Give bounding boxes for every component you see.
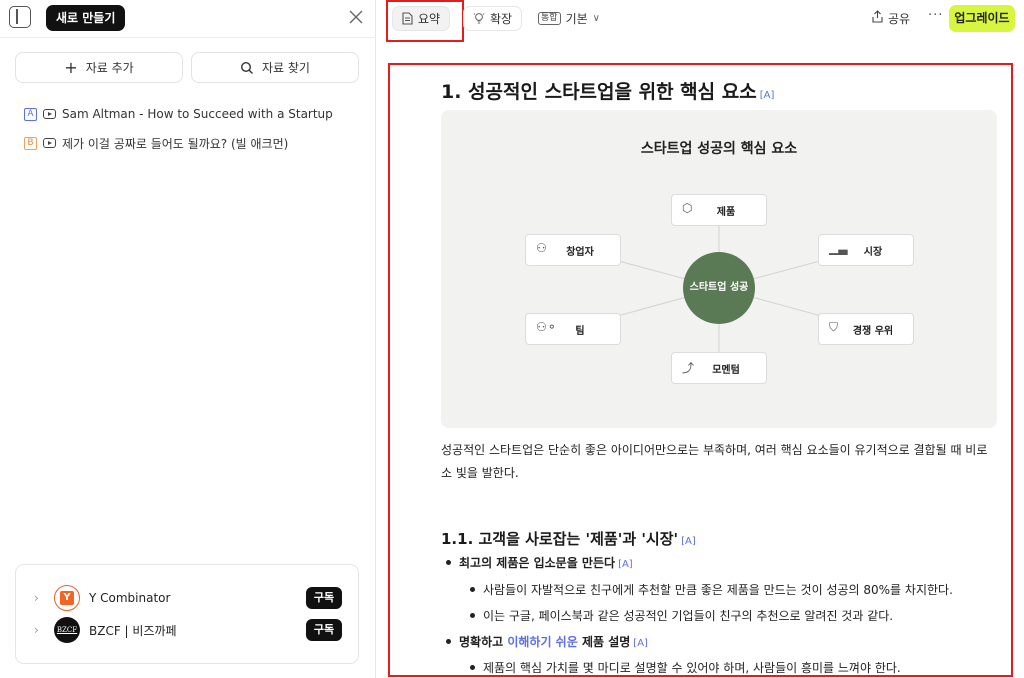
bullet-text: 제품의 핵심 가치를 몇 마디로 설명할 수 있어야 하며, 사람들이 흥미를 … — [483, 661, 901, 675]
sidebar-toggle-icon[interactable] — [9, 6, 31, 28]
source-ref-link[interactable]: [A] — [633, 638, 648, 649]
node-label: 경쟁 우위 — [852, 325, 894, 337]
more-button[interactable]: ··· — [928, 8, 943, 23]
tab-summary[interactable]: 요약 — [392, 6, 451, 31]
bullet-item: 최고의 제품은 입소문을 만든다 [A] — [441, 554, 633, 571]
section-heading: 1. 성공적인 스타트업을 위한 핵심 요소 [A] — [441, 77, 774, 104]
node-market: ▁▃ 시장 — [818, 234, 914, 266]
channel-name: Y Combinator — [89, 591, 171, 605]
new-button[interactable]: 새로 만들기 — [46, 5, 126, 31]
subsection-heading: 1.1. 고객을 사로잡는 '제품'과 '시장' [A] — [441, 528, 696, 549]
bullet-text: 사람들이 자발적으로 친구에게 추천할 만큼 좋은 제품을 만드는 것이 성공의… — [483, 583, 953, 597]
plus-icon: + — [64, 58, 78, 77]
subsection-heading-text: 1.1. 고객을 사로잡는 '제품'과 '시장' — [441, 530, 679, 548]
subscribe-button[interactable]: 구독 — [306, 619, 342, 641]
sidebar: 새로 만들기 + 자료 추가 자료 찾기 A Sam Altman - How … — [0, 0, 376, 678]
tab-expand-label: 확장 — [490, 12, 513, 26]
bullet-text: 명확하고 — [459, 635, 508, 649]
chevron-down-icon: ∨ — [592, 13, 600, 24]
content-highlight-frame: 1. 성공적인 스타트업을 위한 핵심 요소 [A] 스타트업 성공의 핵심 요… — [388, 63, 1013, 677]
share-icon — [872, 10, 883, 23]
channel-item[interactable]: › Y Y Combinator 구독 — [16, 583, 358, 613]
app-window: 새로 만들기 + 자료 추가 자료 찾기 A Sam Altman - How … — [0, 0, 1024, 678]
mode-tag: 통합 — [538, 12, 561, 25]
share-button[interactable]: 공유 — [871, 10, 910, 27]
source-badge: B — [24, 136, 37, 150]
bullet-item: 명확하고 이해하기 쉬운 제품 설명 [A] — [441, 633, 648, 650]
channel-name: BZCF | 비즈까페 — [89, 623, 177, 638]
node-label: 팀 — [575, 325, 585, 337]
video-icon — [43, 138, 56, 148]
node-label: 창업자 — [566, 246, 594, 258]
mode-value: 기본 — [565, 12, 588, 26]
node-moat: ⛉ 경쟁 우위 — [818, 313, 914, 345]
document-icon — [402, 12, 413, 25]
share-label: 공유 — [888, 12, 911, 26]
channel-list: › Y Y Combinator 구독 › BZCF BZCF | 비즈까페 구… — [15, 564, 359, 664]
node-founder: ⚇ 창업자 — [525, 234, 621, 266]
upgrade-button[interactable]: 업그레이드 — [949, 5, 1015, 32]
node-label: 제품 — [716, 206, 736, 218]
add-source-button[interactable]: + 자료 추가 — [15, 52, 183, 83]
chevron-right-icon[interactable]: › — [34, 623, 39, 637]
find-source-label: 자료 찾기 — [262, 61, 310, 75]
source-title: Sam Altman - How to Succeed with a Start… — [62, 107, 333, 121]
mode-dropdown[interactable]: 통합 기본 ∨ — [529, 6, 609, 31]
source-ref-link[interactable]: [A] — [760, 90, 775, 101]
source-title: 제가 이걸 공짜로 들어도 될까요? (빌 애크먼) — [62, 136, 289, 151]
find-source-button[interactable]: 자료 찾기 — [191, 52, 359, 83]
source-item-a[interactable]: A Sam Altman - How to Succeed with a Sta… — [24, 104, 333, 124]
diagram-title: 스타트업 성공의 핵심 요소 — [640, 141, 798, 157]
diagram: 스타트업 성공의 핵심 요소 ⬡ 제품 ⚇ 창업자 ▁▃ 시장 ⚇⚬ 팀 ⛉ 경… — [441, 110, 997, 428]
node-momentum: ⤴ 모멘텀 — [671, 352, 767, 384]
node-label: 모멘텀 — [712, 364, 740, 376]
sub-bullet-item: 제품의 핵심 가치를 몇 마디로 설명할 수 있어야 하며, 사람들이 흥미를 … — [465, 659, 901, 675]
source-ref-link[interactable]: [A] — [618, 559, 633, 570]
bullet-text: 이는 구글, 페이스북과 같은 성공적인 기업들이 친구의 추천으로 알려진 것… — [483, 609, 894, 623]
channel-item[interactable]: › BZCF BZCF | 비즈까페 구독 — [16, 615, 358, 645]
video-icon — [43, 109, 56, 119]
tab-summary-label: 요약 — [418, 12, 441, 26]
sub-bullet-item: 이는 구글, 페이스북과 같은 성공적인 기업들이 친구의 추천으로 알려진 것… — [465, 607, 893, 624]
node-product: ⬡ 제품 — [671, 194, 767, 226]
chevron-right-icon[interactable]: › — [34, 591, 39, 605]
close-icon[interactable] — [345, 6, 367, 28]
sub-bullet-item: 사람들이 자발적으로 친구에게 추천할 만큼 좋은 제품을 만드는 것이 성공의… — [465, 581, 953, 598]
diagram-center: 스타트업 성공 — [683, 252, 755, 324]
node-label: 시장 — [863, 246, 883, 258]
sidebar-header: 새로 만들기 — [0, 0, 376, 38]
bullet-text: 최고의 제품은 입소문을 만든다 — [459, 556, 616, 570]
node-team: ⚇⚬ 팀 — [525, 313, 621, 345]
paragraph: 성공적인 스타트업은 단순히 좋은 아이디어만으로는 부족하며, 여러 핵심 요… — [441, 443, 988, 480]
channel-logo: BZCF — [54, 617, 80, 643]
bullet-text: 제품 설명 — [577, 635, 631, 649]
search-icon — [240, 61, 253, 74]
channel-logo: Y — [54, 585, 80, 611]
source-item-b[interactable]: B 제가 이걸 공짜로 들어도 될까요? (빌 애크먼) — [24, 133, 288, 153]
tab-expand[interactable]: 확장 — [463, 6, 523, 31]
main-panel: 요약 확장 통합 기본 ∨ 공유 ··· 업그레이드 1. 성공적인 스타트업을… — [377, 0, 1024, 678]
subscribe-button[interactable]: 구독 — [306, 587, 342, 609]
section-heading-text: 1. 성공적인 스타트업을 위한 핵심 요소 — [441, 81, 757, 103]
source-badge: A — [24, 107, 37, 121]
toolbar: 요약 확장 통합 기본 ∨ 공유 ··· 업그레이드 — [377, 0, 1024, 42]
lightbulb-icon — [473, 13, 485, 24]
source-ref-link[interactable]: [A] — [681, 536, 696, 547]
add-source-label: 자료 추가 — [85, 61, 134, 75]
highlighted-term[interactable]: 이해하기 쉬운 — [507, 635, 577, 649]
